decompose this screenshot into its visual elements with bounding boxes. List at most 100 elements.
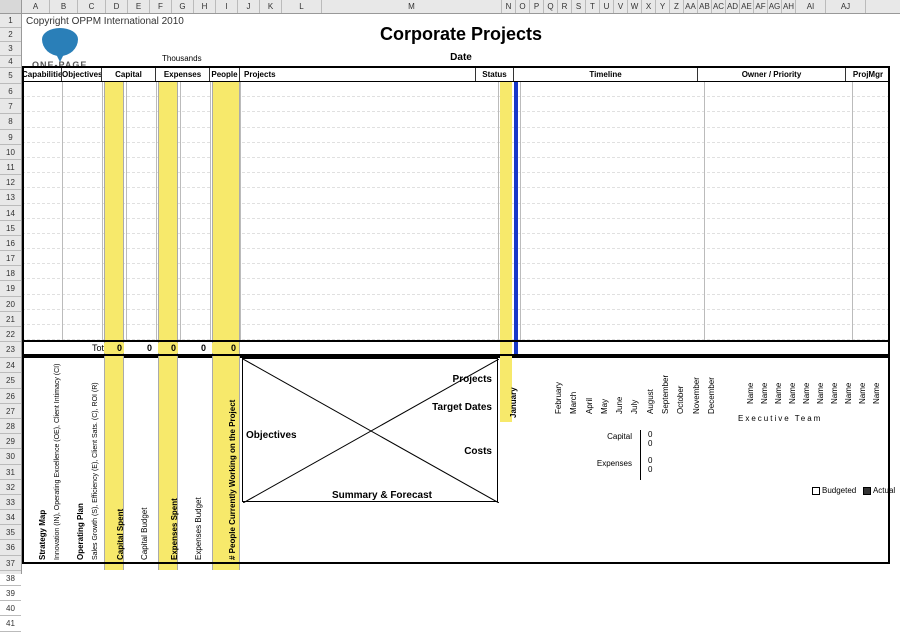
col-header-M[interactable]: M — [322, 0, 502, 13]
month-june: June — [615, 399, 624, 414]
col-header-Y[interactable]: Y — [656, 0, 670, 13]
hdr-expenses: Expenses — [156, 67, 210, 81]
sec-projects: Projects — [372, 374, 492, 385]
row-header-16[interactable]: 16 — [0, 236, 21, 251]
people-col — [212, 82, 240, 355]
row-header-18[interactable]: 18 — [0, 266, 21, 281]
row-header-35[interactable]: 35 — [0, 525, 21, 540]
col-header-AG[interactable]: AG — [768, 0, 782, 13]
col-header-N[interactable]: N — [502, 0, 516, 13]
row-header-12[interactable]: 12 — [0, 175, 21, 190]
col-header-E[interactable]: E — [128, 0, 150, 13]
col-header-Z[interactable]: Z — [670, 0, 684, 13]
row-header-32[interactable]: 32 — [0, 480, 21, 495]
col-header-J[interactable]: J — [238, 0, 260, 13]
row-header-39[interactable]: 39 — [0, 586, 21, 601]
total-people: 0 — [212, 343, 238, 353]
sec-summary: Summary & Forecast — [302, 490, 462, 501]
row-header-40[interactable]: 40 — [0, 601, 21, 616]
date-label: Date — [22, 52, 900, 63]
row-header-37[interactable]: 37 — [0, 556, 21, 571]
row-header-7[interactable]: 7 — [0, 99, 21, 114]
col-header-U[interactable]: U — [600, 0, 614, 13]
col-header-R[interactable]: R — [558, 0, 572, 13]
row-header-4[interactable]: 4 — [0, 56, 21, 68]
month-august: August — [646, 399, 655, 414]
row-header-27[interactable]: 27 — [0, 404, 21, 419]
row-header-21[interactable]: 21 — [0, 312, 21, 327]
col-header-C[interactable]: C — [78, 0, 106, 13]
row-header-41[interactable]: 41 — [0, 616, 21, 631]
col-header-AC[interactable]: AC — [712, 0, 726, 13]
col-header-A[interactable]: A — [22, 0, 50, 13]
row-header-17[interactable]: 17 — [0, 251, 21, 266]
owner-name-4: Name — [802, 390, 811, 404]
col-header-AH[interactable]: AH — [782, 0, 796, 13]
col-header-T[interactable]: T — [586, 0, 600, 13]
row-header-29[interactable]: 29 — [0, 434, 21, 449]
owner-names: NameNameNameNameNameNameNameNameNameName — [738, 358, 878, 367]
row-header-22[interactable]: 22 — [0, 327, 21, 342]
row-header-19[interactable]: 19 — [0, 281, 21, 296]
hdr-capabilities: Capabilities — [22, 67, 62, 81]
col-header-AJ[interactable]: AJ — [826, 0, 866, 13]
row-header-14[interactable]: 14 — [0, 206, 21, 221]
row-header-33[interactable]: 33 — [0, 495, 21, 510]
legend-actual: Actual — [873, 486, 895, 495]
col-header-I[interactable]: I — [216, 0, 238, 13]
col-header-F[interactable]: F — [150, 0, 172, 13]
col-header-AI[interactable]: AI — [796, 0, 826, 13]
row-header-5[interactable]: 5 — [0, 68, 21, 84]
col-header-Q[interactable]: Q — [544, 0, 558, 13]
row-header-1[interactable]: 1 — [0, 14, 21, 28]
row-header-9[interactable]: 9 — [0, 130, 21, 145]
row-header-26[interactable]: 26 — [0, 389, 21, 404]
capital-spent-label: Capital Spent — [116, 509, 125, 560]
col-header-L[interactable]: L — [282, 0, 322, 13]
col-header-AA[interactable]: AA — [684, 0, 698, 13]
sec-target-dates: Target Dates — [372, 402, 492, 413]
col-header-X[interactable]: X — [642, 0, 656, 13]
col-header-P[interactable]: P — [530, 0, 544, 13]
total-expenses-budget: 0 — [182, 343, 208, 353]
row-header-8[interactable]: 8 — [0, 114, 21, 129]
col-header-AD[interactable]: AD — [726, 0, 740, 13]
row-header-25[interactable]: 25 — [0, 373, 21, 388]
row-header-13[interactable]: 13 — [0, 190, 21, 205]
col-header-H[interactable]: H — [194, 0, 216, 13]
col-header-W[interactable]: W — [628, 0, 642, 13]
row-header-15[interactable]: 15 — [0, 221, 21, 236]
row-header-36[interactable]: 36 — [0, 540, 21, 555]
col-header-O[interactable]: O — [516, 0, 530, 13]
capital-spent-col — [104, 82, 124, 355]
row-header-38[interactable]: 38 — [0, 571, 21, 586]
col-header-B[interactable]: B — [50, 0, 78, 13]
data-grid[interactable] — [22, 82, 890, 340]
owner-name-6: Name — [830, 390, 839, 404]
col-header-K[interactable]: K — [260, 0, 282, 13]
row-header-24[interactable]: 24 — [0, 358, 21, 373]
expenses-spent-col — [158, 82, 178, 355]
row-header-31[interactable]: 31 — [0, 465, 21, 480]
row-header-2[interactable]: 2 — [0, 28, 21, 42]
row-header-20[interactable]: 20 — [0, 297, 21, 312]
row-header-23[interactable]: 23 — [0, 342, 21, 358]
row-header-11[interactable]: 11 — [0, 160, 21, 175]
col-header-AE[interactable]: AE — [740, 0, 754, 13]
col-header-S[interactable]: S — [572, 0, 586, 13]
row-header-6[interactable]: 6 — [0, 84, 21, 99]
row-header-10[interactable]: 10 — [0, 145, 21, 160]
row-header-28[interactable]: 28 — [0, 419, 21, 434]
row-header-30[interactable]: 30 — [0, 449, 21, 464]
col-header-AB[interactable]: AB — [698, 0, 712, 13]
total-capital-spent: 0 — [104, 343, 124, 353]
col-header-G[interactable]: G — [172, 0, 194, 13]
worksheet[interactable]: Copyright OPPM International 2010 ONE-PA… — [22, 14, 900, 574]
row-header-3[interactable]: 3 — [0, 42, 21, 56]
col-header-D[interactable]: D — [106, 0, 128, 13]
col-header-AF[interactable]: AF — [754, 0, 768, 13]
owner-name-8: Name — [858, 390, 867, 404]
row-header-34[interactable]: 34 — [0, 510, 21, 525]
select-all-corner[interactable] — [0, 0, 22, 13]
col-header-V[interactable]: V — [614, 0, 628, 13]
